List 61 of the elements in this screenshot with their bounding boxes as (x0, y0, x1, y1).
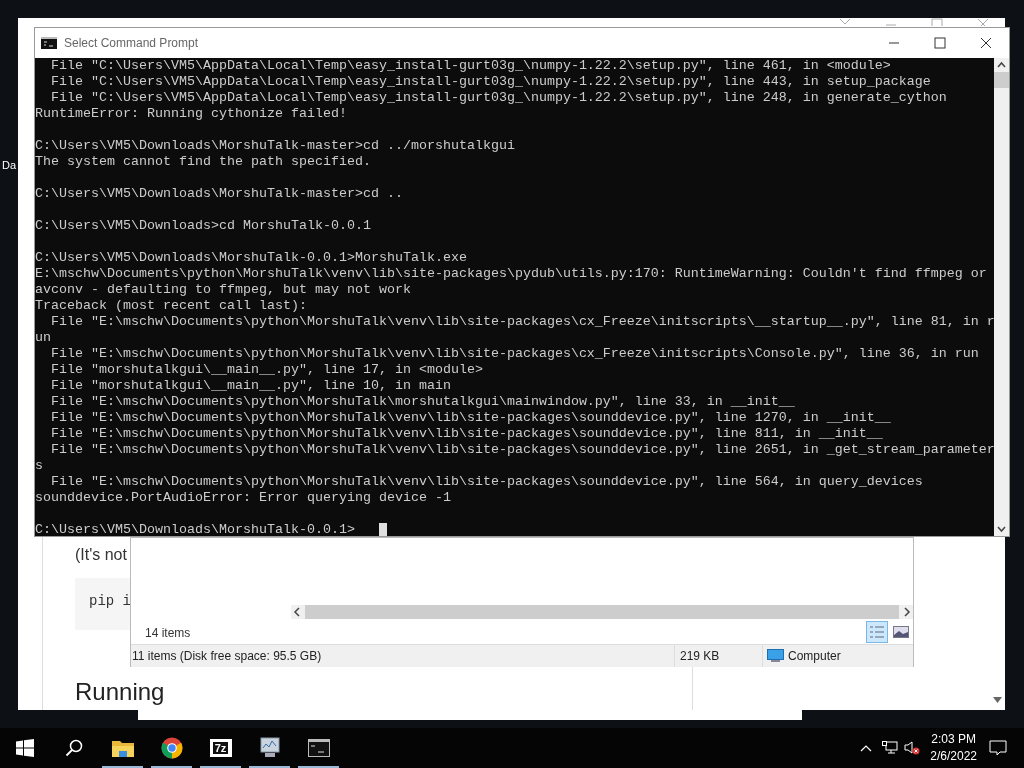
time-label: 2:03 PM (931, 731, 976, 748)
muted-speaker-icon[interactable] (904, 741, 921, 755)
terminal-icon[interactable] (307, 739, 330, 757)
console-line: File "E:\mschw\Documents\python\MorshuTalk\venv\lib\site-packages\sounddevice.py", line 2651, in _get_stream_parameter (50, 442, 994, 458)
horizontal-scrollbar[interactable] (291, 605, 913, 619)
scroll-down-icon[interactable] (993, 697, 1002, 703)
console-line: The system cannot find the path specified. (35, 154, 372, 170)
console-line: File "morshutalkgui\__main__.py", line 10, in main (50, 378, 452, 394)
prompt-line: C:\Users\VM5\Downloads\MorshuTalk-0.0.1> (35, 522, 355, 536)
scroll-right-icon[interactable] (899, 605, 913, 619)
console-line: sounddevice.PortAudioError: Error querying device -1 (35, 490, 452, 506)
console-line: File "E:\mschw\Documents\python\MorshuTalk\venv\lib\site-packages\cx_Freeze\initscripts\Console.py", line 36, in run (50, 346, 980, 362)
console-line: File "E:\mschw\Documents\python\MorshuTalk\venv\lib\site-packages\sounddevice.py", line 564, in query_devices (50, 474, 924, 490)
status-size: 219 KB (674, 645, 762, 667)
search-icon[interactable] (64, 739, 83, 757)
text-cursor (378, 523, 387, 536)
console-line: File "C:\Users\VM5\AppData\Local\Temp\easy_install-gurt03g_\numpy-1.22.2\setup.py", line 248, in generate_cython (50, 90, 948, 106)
notification-icon[interactable] (989, 740, 1007, 756)
console-line: C:\Users\VM5\Downloads\MorshuTalk-0.0.1>MorshuTalk.exe (35, 250, 468, 266)
desktop-icon-label: Da (2, 158, 17, 173)
console-line: Traceback (most recent call last): (35, 298, 308, 314)
running-indicator (151, 766, 192, 768)
running-indicator (102, 766, 143, 768)
running-indicator (249, 766, 290, 768)
date-label: 2/6/2022 (930, 748, 977, 765)
status-text: 11 items (Disk free space: 95.5 GB) (131, 648, 323, 665)
console-line: File "E:\mschw\Documents\python\MorshuTalk\venv\lib\site-packages\sounddevice.py", line 1270, in __init__ (50, 410, 892, 426)
console-line: File "C:\Users\VM5\AppData\Local\Temp\easy_install-gurt03g_\numpy-1.22.2\setup.py", line 443, in setup_package (50, 74, 932, 90)
running-indicator (298, 766, 339, 768)
console-line: un (35, 330, 52, 346)
running-indicator (200, 766, 241, 768)
folder-icon[interactable] (111, 739, 134, 757)
terminal-icon (41, 37, 57, 49)
console-line: File "C:\Users\VM5\AppData\Local\Temp\easy_install-gurt03g_\numpy-1.22.2\setup.py", line 461, in <module> (50, 58, 892, 74)
console-line: C:\Users\VM5\Downloads\MorshuTalk-master>cd ../morshutalkgui (35, 138, 516, 154)
console-line: File "E:\mschw\Documents\python\MorshuTalk\venv\lib\site-packages\cx_Freeze\initscripts\__startup__.py", line 81, in r (50, 314, 994, 330)
console-line: File "morshutalkgui\__main__.py", line 17, in <module> (50, 362, 484, 378)
windows-logo-icon[interactable] (15, 739, 34, 757)
console-line: avconv - defaulting to ffmpeg, but may not work (35, 282, 412, 298)
monitor-chart-icon[interactable] (257, 737, 282, 759)
vertical-scrollbar[interactable] (994, 58, 1009, 536)
chrome-icon[interactable] (160, 737, 183, 759)
scroll-left-icon[interactable] (291, 605, 305, 619)
chevron-up-icon[interactable] (860, 744, 873, 752)
paragraph-text: (It's not (75, 545, 127, 565)
section-heading: Running (75, 677, 165, 707)
console-line: C:\Users\VM5\Downloads\MorshuTalk-master>cd .. (35, 186, 404, 202)
clock[interactable]: 2:03 PM 2/6/2022 (930, 731, 977, 765)
console-line: File "E:\mschw\Documents\python\MorshuTalk\venv\lib\site-packages\sounddevice.py", line 811, in __init__ (50, 426, 884, 442)
window-title: Select Command Prompt (64, 35, 199, 52)
scroll-thumb[interactable] (994, 72, 1009, 88)
console-line: RuntimeError: Running cythonize failed! (35, 106, 348, 122)
tiles-view-icon[interactable] (893, 626, 909, 638)
console-line: C:\Users\VM5\Downloads>cd MorshuTalk-0.0.1 (35, 218, 372, 234)
network-icon[interactable] (882, 741, 899, 755)
console-line: E:\mschw\Documents\python\MorshuTalk\venv\lib\site-packages\pydub\utils.py:170: RuntimeWarning: Couldn't find ffmpeg or (35, 266, 988, 282)
chevron-icon (839, 18, 851, 26)
location-label: Computer (788, 648, 841, 665)
console-line: s (35, 458, 44, 474)
console-line: File "E:\mschw\Documents\python\MorshuTalk\morshutalkgui\mainwindow.py", line 33, in __init__ (50, 394, 796, 410)
computer-icon (767, 649, 784, 663)
